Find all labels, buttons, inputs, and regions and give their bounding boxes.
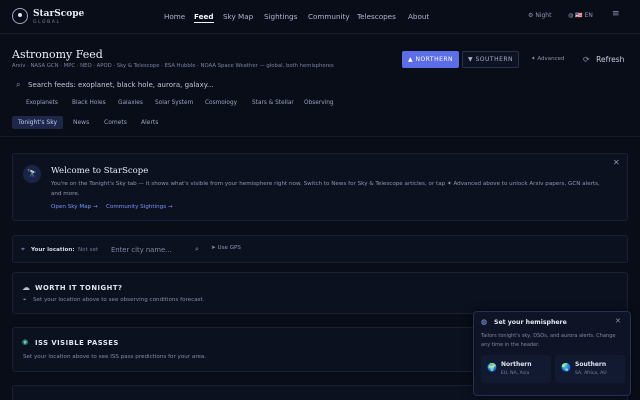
theme-toggle[interactable]: ⚙ Night xyxy=(528,12,551,19)
globe-icon: ◍ xyxy=(568,12,574,19)
community-sightings-link[interactable]: Community Sightings → xyxy=(106,204,173,210)
category-solar-system[interactable]: Solar System xyxy=(155,100,193,106)
page-title: Astronomy Feed xyxy=(12,48,103,61)
language-label: 🇺🇸 EN xyxy=(575,12,593,19)
location-status: Not set xyxy=(78,247,99,253)
globe-icon: 🌍 xyxy=(487,363,497,372)
search-icon[interactable]: ⌕ xyxy=(195,245,199,254)
northern-option-name: Northern xyxy=(501,361,532,368)
nav-sky-map[interactable]: Sky Map xyxy=(223,12,253,21)
theme-label: Night xyxy=(535,12,552,19)
category-galaxies[interactable]: Galaxies xyxy=(118,100,143,106)
southern-option-name: Southern xyxy=(575,361,607,368)
open-sky-map-link[interactable]: Open Sky Map → xyxy=(51,204,98,210)
location-pin-icon: ⌖ xyxy=(21,245,25,253)
nav-about[interactable]: About xyxy=(408,12,429,21)
globe-icon: 🌏 xyxy=(561,363,571,372)
northern-hemisphere-button[interactable]: ▲ NORTHERN xyxy=(402,51,459,68)
welcome-card: 🔭 Welcome to StarScope You're on the Ton… xyxy=(12,153,628,221)
category-cosmology[interactable]: Cosmology xyxy=(205,100,237,106)
tab-comets[interactable]: Comets xyxy=(104,116,127,129)
southern-hemisphere-button[interactable]: ▼ SOUTHERN xyxy=(462,51,519,68)
feed-sources-subtitle: Arxiv · NASA GCN · MPC · NEO · APOD · Sk… xyxy=(12,63,334,69)
close-icon[interactable]: ✕ xyxy=(615,317,621,325)
nav-community[interactable]: Community xyxy=(308,12,350,21)
telescope-icon: 🔭 xyxy=(23,165,41,183)
tab-news[interactable]: News xyxy=(73,116,89,129)
location-card: ⌖ Your location: Not set ⌕ ➤ Use GPS xyxy=(12,235,628,263)
use-gps-label: Use GPS xyxy=(217,245,241,251)
iss-body: Set your location above to see ISS pass … xyxy=(23,354,207,360)
feed-search[interactable]: ⌕ Search feeds: exoplanet, black hole, a… xyxy=(12,78,237,93)
globe-icon: ◍ xyxy=(481,318,488,326)
location-label: Your location: xyxy=(31,247,75,253)
welcome-title: Welcome to StarScope xyxy=(51,166,149,176)
popup-southern-option[interactable]: 🌏 Southern SA, Africa, AU xyxy=(555,355,625,383)
category-exoplanets[interactable]: Exoplanets xyxy=(26,100,58,106)
location-pin-icon: ⌖ xyxy=(23,297,27,303)
close-icon[interactable]: ✕ xyxy=(613,158,620,167)
navigation-arrow-icon: ➤ xyxy=(211,245,216,251)
category-observing[interactable]: Observing xyxy=(304,100,334,106)
popup-body: Tailors tonight's sky, DSOs, and aurora … xyxy=(481,333,616,348)
search-input[interactable]: Search feeds: exoplanet, black hole, aur… xyxy=(28,81,214,89)
section-divider xyxy=(0,136,640,137)
refresh-label: Refresh xyxy=(596,55,625,64)
advanced-toggle[interactable]: ✦ Advanced xyxy=(531,56,565,62)
popup-northern-option[interactable]: 🌍 Northern EU, NA, Asia xyxy=(481,355,551,383)
popup-title: Set your hemisphere xyxy=(494,319,567,326)
tab-alerts[interactable]: Alerts xyxy=(141,116,158,129)
satellite-icon: ◉ xyxy=(22,338,29,346)
northern-option-regions: EU, NA, Asia xyxy=(501,371,530,376)
nav-sightings[interactable]: Sightings xyxy=(264,12,297,21)
language-selector[interactable]: ◍ 🇺🇸 EN xyxy=(568,12,593,19)
refresh-icon: ⟳ xyxy=(583,55,590,64)
brand-name[interactable]: StarScope xyxy=(33,9,84,19)
use-gps-button[interactable]: ➤ Use GPS xyxy=(211,245,241,251)
refresh-button[interactable]: ⟳ Refresh xyxy=(583,55,624,64)
category-black-holes[interactable]: Black Holes xyxy=(72,100,106,106)
nav-home[interactable]: Home xyxy=(164,12,185,21)
southern-option-regions: SA, Africa, AU xyxy=(575,371,607,376)
welcome-body: You're on the Tonight's Sky tab — it sho… xyxy=(51,181,600,197)
tab-tonights-sky[interactable]: Tonight's Sky xyxy=(12,116,64,129)
hemisphere-popup: ◍ Set your hemisphere ✕ Tailors tonight'… xyxy=(473,311,631,396)
worth-it-tonight-card: ☁ WORTH IT TONIGHT? ⌖ Set your location … xyxy=(12,272,628,314)
starscope-logo-icon[interactable] xyxy=(12,8,28,24)
worth-it-body: Set your location above to see observing… xyxy=(33,297,205,303)
gear-icon: ⚙ xyxy=(528,12,534,19)
brand-tagline: GLOBAL xyxy=(33,20,61,25)
category-stars-stellar[interactable]: Stars & Stellar xyxy=(252,100,294,106)
search-icon: ⌕ xyxy=(16,80,21,89)
worth-it-title: WORTH IT TONIGHT? xyxy=(35,284,123,292)
cloud-icon: ☁ xyxy=(22,283,30,292)
nav-telescopes[interactable]: Telescopes xyxy=(357,12,396,21)
iss-title: ISS VISIBLE PASSES xyxy=(35,339,119,347)
nav-feed[interactable]: Feed xyxy=(194,12,214,23)
menu-icon[interactable]: ≡ xyxy=(612,9,620,19)
